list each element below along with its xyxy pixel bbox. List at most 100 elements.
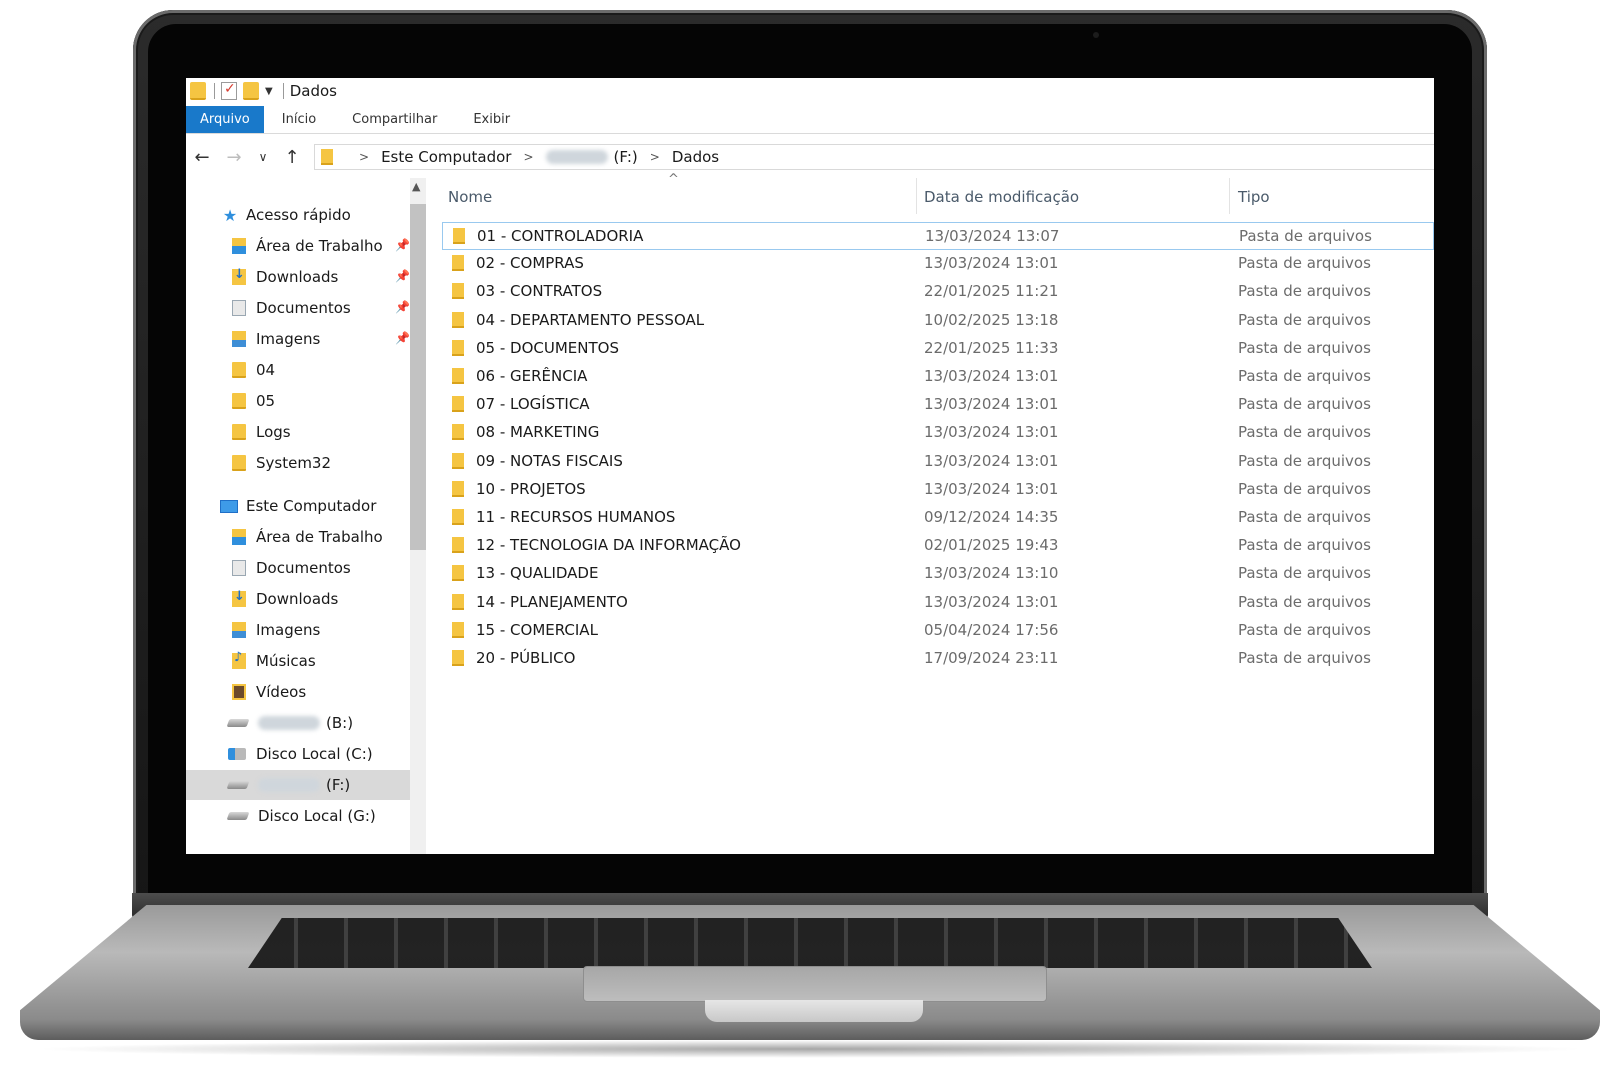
toolbar-separator: [214, 83, 215, 99]
nav-area-de-trabalho[interactable]: Área de Trabalho 📌: [186, 231, 412, 261]
pin-icon[interactable]: 📌: [395, 300, 410, 314]
file-name: 06 - GERÊNCIA: [476, 367, 588, 385]
desktop-icon: [232, 529, 246, 545]
table-row[interactable]: 01 - CONTROLADORIA 13/03/2024 13:07 Pasta …: [442, 222, 1434, 250]
table-row[interactable]: 07 - LOGÍSTICA 13/03/2024 13:01 Pasta de a…: [442, 391, 1434, 419]
file-explorer-window: ▼ Dados Arquivo Início Compartilhar Exib…: [186, 78, 1434, 854]
tab-inicio[interactable]: Início: [264, 106, 334, 133]
file-date: 13/03/2024 13:01: [924, 451, 1059, 470]
pin-icon[interactable]: 📌: [395, 331, 410, 345]
pin-icon[interactable]: 📌: [395, 238, 410, 252]
customize-toolbar-dropdown-icon[interactable]: ▼: [265, 86, 273, 97]
chevron-right-icon[interactable]: >: [523, 150, 533, 164]
tab-exibir[interactable]: Exibir: [455, 106, 528, 133]
nav-drive-f[interactable]: (F:): [186, 770, 412, 800]
column-header-tipo[interactable]: Tipo: [1238, 188, 1270, 206]
up-arrow-icon[interactable]: ↑: [276, 147, 308, 168]
table-row[interactable]: 02 - COMPRAS 13/03/2024 13:01 Pasta de arq…: [442, 250, 1434, 278]
file-type: Pasta de arquivos: [1238, 338, 1371, 357]
nav-pc-imagens[interactable]: Imagens: [186, 615, 412, 645]
pin-icon[interactable]: 📌: [395, 269, 410, 283]
nav-acesso-rapido[interactable]: ★ Acesso rápido: [186, 200, 412, 230]
nav-pc-videos[interactable]: Vídeos: [186, 677, 412, 707]
nav-label: Disco Local (C:): [256, 745, 373, 763]
file-date: 22/01/2025 11:21: [924, 282, 1059, 301]
table-row[interactable]: 05 - DOCUMENTOS 22/01/2025 11:33 Pasta de …: [442, 335, 1434, 363]
tab-compartilhar[interactable]: Compartilhar: [334, 106, 455, 133]
nav-pc-area-de-trabalho[interactable]: Área de Trabalho: [186, 522, 412, 552]
file-date: 09/12/2024 14:35: [924, 508, 1059, 526]
navigation-scrollbar[interactable]: ▲: [410, 178, 426, 854]
nav-drive-c[interactable]: Disco Local (C:): [186, 739, 412, 769]
nav-downloads[interactable]: Downloads 📌: [186, 262, 412, 292]
folder-icon: [321, 149, 333, 165]
table-row[interactable]: 10 - PROJETOS 13/03/2024 13:01 Pasta de ar…: [442, 476, 1434, 504]
nav-drive-b[interactable]: (B:): [186, 708, 412, 738]
back-arrow-icon[interactable]: ←: [186, 147, 218, 168]
breadcrumb-drive-f[interactable]: (F:): [614, 148, 638, 166]
table-row[interactable]: 03 - CONTRATOS 22/01/2025 11:21 Pasta de a…: [442, 278, 1434, 306]
new-folder-icon[interactable]: [243, 82, 259, 100]
nav-documentos[interactable]: Documentos 📌: [186, 293, 412, 323]
file-name: 10 - PROJETOS: [476, 479, 586, 498]
scrollbar-thumb[interactable]: [410, 204, 426, 550]
file-type: Pasta de arquivos: [1238, 423, 1371, 442]
nav-label: (B:): [326, 714, 354, 732]
table-row[interactable]: 06 - GERÊNCIA 13/03/2024 13:01 Pasta de ar…: [442, 363, 1434, 391]
breadcrumb[interactable]: > Este Computador > (F:) > Dados: [314, 144, 1434, 170]
table-row[interactable]: 12 - TECNOLOGIA DA INFORMAÇÃO 02/01/2025 …: [442, 532, 1434, 560]
nav-drive-g[interactable]: Disco Local (G:): [186, 801, 412, 831]
table-row[interactable]: 11 - RECURSOS HUMANOS 09/12/2024 14:35 Pas…: [442, 504, 1434, 532]
nav-este-computador[interactable]: Este Computador: [186, 491, 412, 521]
nav-folder-logs[interactable]: Logs: [186, 417, 412, 447]
forward-arrow-icon[interactable]: →: [218, 147, 250, 168]
drive-icon: [226, 719, 250, 727]
tab-arquivo[interactable]: Arquivo: [186, 106, 264, 133]
file-name: 03 - CONTRATOS: [476, 282, 603, 301]
folder-icon: [452, 339, 464, 356]
nav-pc-downloads[interactable]: Downloads: [186, 584, 412, 614]
breadcrumb-este-computador[interactable]: Este Computador: [381, 148, 511, 166]
file-type: Pasta de arquivos: [1238, 451, 1371, 470]
table-row[interactable]: 09 - NOTAS FISCAIS 13/03/2024 13:01 Pasta …: [442, 448, 1434, 476]
properties-icon[interactable]: [221, 81, 237, 100]
file-type: Pasta de arquivos: [1238, 479, 1371, 498]
nav-folder-05[interactable]: 05: [186, 386, 412, 416]
chevron-right-icon[interactable]: >: [650, 150, 660, 164]
file-date: 10/02/2025 13:18: [924, 310, 1059, 329]
nav-pc-musicas[interactable]: Músicas: [186, 646, 412, 676]
column-divider[interactable]: [1229, 178, 1230, 214]
chevron-right-icon[interactable]: >: [359, 150, 369, 164]
column-header-data[interactable]: Data de modificação: [924, 188, 1079, 206]
column-header-nome[interactable]: Nome: [448, 188, 492, 206]
documents-icon: [232, 560, 246, 576]
file-date: 13/03/2024 13:07: [925, 227, 1060, 245]
table-row[interactable]: 20 - PÚBLICO 17/09/2024 23:11 Pasta de arq…: [442, 645, 1434, 673]
table-row[interactable]: 15 - COMERCIAL 05/04/2024 17:56 Pasta de a…: [442, 617, 1434, 645]
nav-pc-documentos[interactable]: Documentos: [186, 553, 412, 583]
table-row[interactable]: 04 - DEPARTAMENTO PESSOAL 10/02/2025 13:1…: [442, 307, 1434, 335]
star-icon: ★: [222, 205, 238, 225]
folder-icon: [452, 621, 464, 638]
folder-icon: [453, 228, 465, 244]
nav-folder-system32[interactable]: System32: [186, 448, 412, 478]
file-name: 02 - COMPRAS: [476, 254, 584, 273]
file-type: Pasta de arquivos: [1238, 536, 1371, 555]
nav-imagens[interactable]: Imagens 📌: [186, 324, 412, 354]
folder-icon: [452, 509, 464, 525]
nav-folder-04[interactable]: 04: [186, 355, 412, 385]
folder-icon: [452, 368, 464, 384]
breadcrumb-dados[interactable]: Dados: [672, 148, 719, 166]
folder-icon: [232, 424, 246, 440]
trackpad: [583, 966, 1047, 1002]
recent-locations-chevron-icon[interactable]: ∨: [250, 150, 276, 164]
file-date: 02/01/2025 19:43: [924, 536, 1059, 555]
lid-notch: [705, 1000, 923, 1022]
table-row[interactable]: 14 - PLANEJAMENTO 13/03/2024 13:01 Pasta d…: [442, 589, 1434, 617]
scroll-up-icon[interactable]: ▲: [412, 180, 420, 193]
file-name: 14 - PLANEJAMENTO: [476, 592, 628, 611]
file-type: Pasta de arquivos: [1238, 649, 1371, 667]
table-row[interactable]: 08 - MARKETING 13/03/2024 13:01 Pasta de a…: [442, 419, 1434, 447]
table-row[interactable]: 13 - QUALIDADE 13/03/2024 13:10 Pasta de a…: [442, 560, 1434, 588]
column-divider[interactable]: [916, 178, 917, 214]
